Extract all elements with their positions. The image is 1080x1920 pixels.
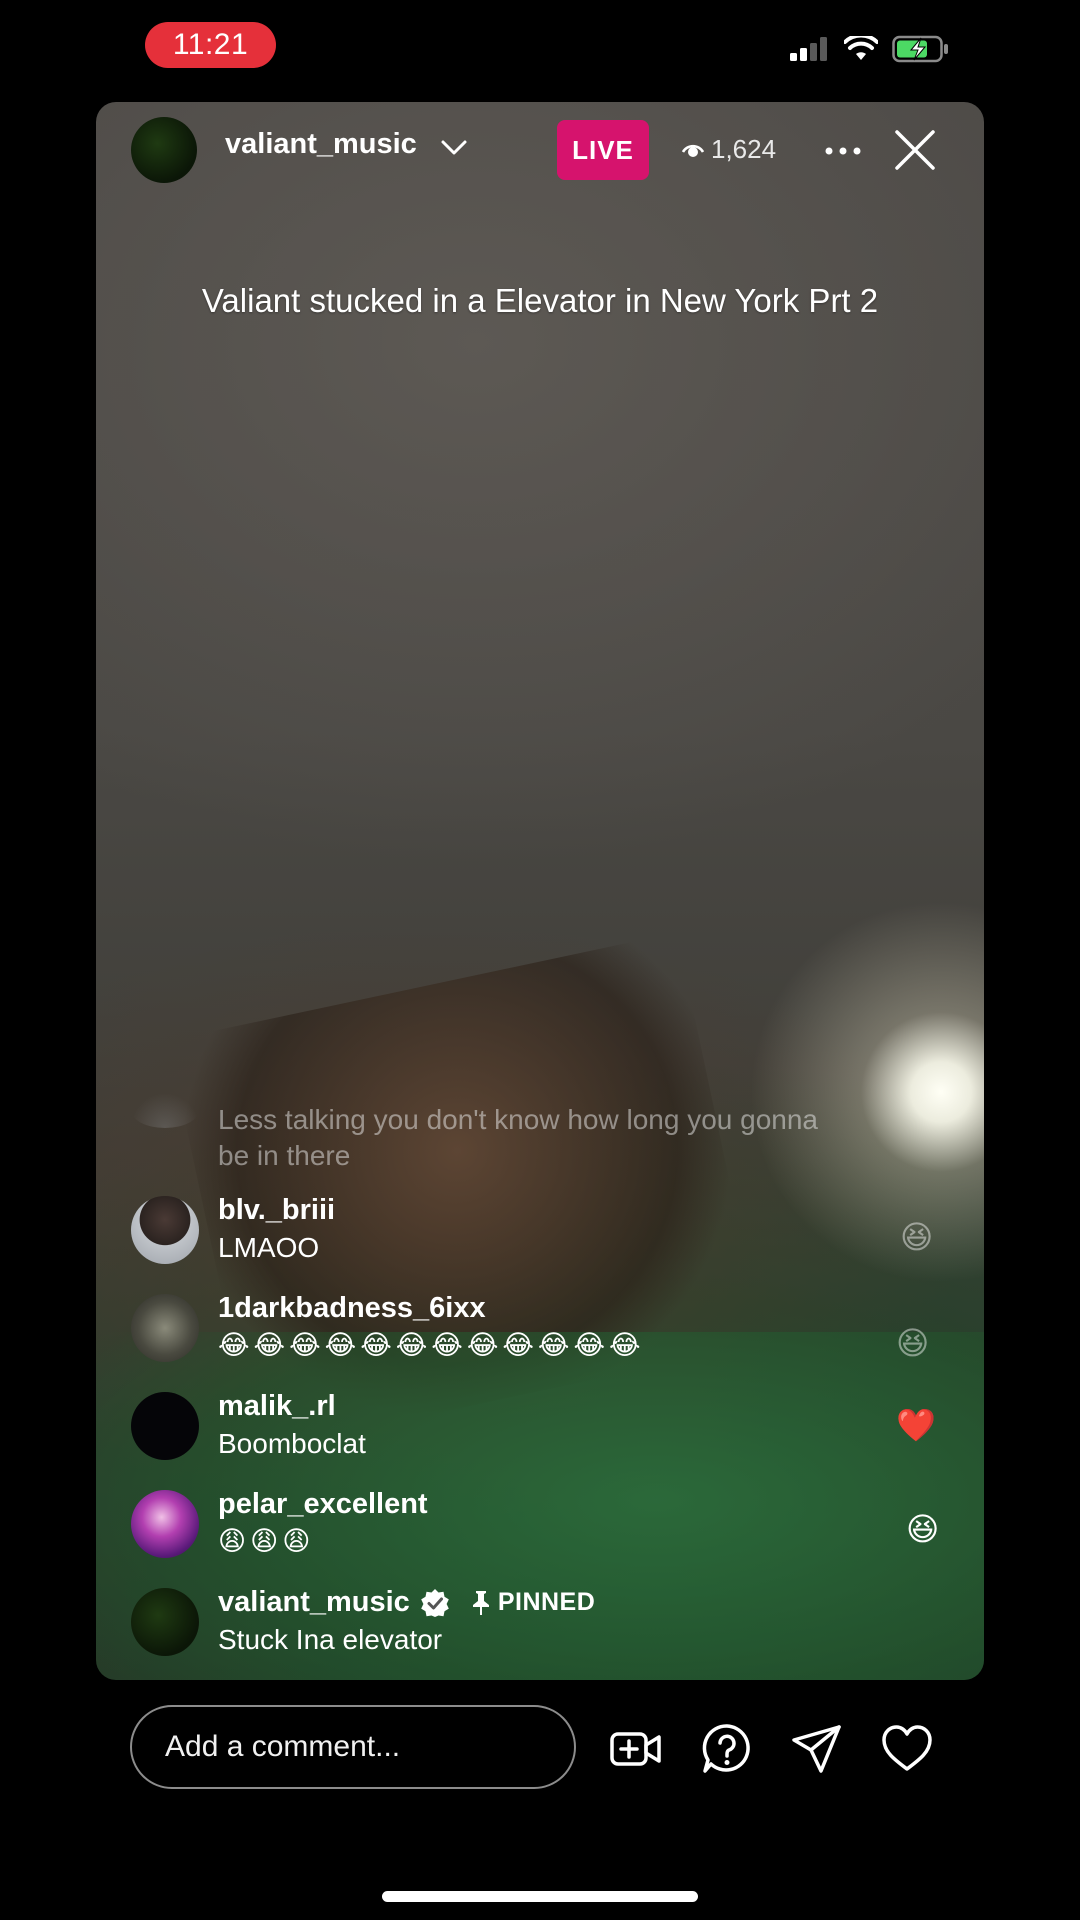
commenter-avatar[interactable]	[131, 1588, 199, 1656]
comment-text: LMAOO	[218, 1232, 320, 1263]
comment-item: 1darkbadness_6ixx 😂😂😂😂😂😂😂😂😂😂😂😂 😆	[96, 1288, 984, 1370]
comment-item: blv._briii LMAOO 😆	[96, 1190, 984, 1272]
home-indicator[interactable]	[382, 1891, 698, 1902]
live-badge: LIVE	[557, 120, 649, 180]
close-icon[interactable]	[893, 128, 937, 172]
live-header: valiant_music LIVE 1,624	[96, 102, 984, 198]
pinned-text: PINNED	[497, 1588, 596, 1616]
comment-username[interactable]: valiant_music	[218, 1586, 410, 1619]
status-icons	[790, 35, 950, 63]
commenter-avatar[interactable]	[131, 1490, 199, 1558]
chevron-down-icon[interactable]	[439, 132, 469, 162]
comment-username[interactable]: 1darkbadness_6ixx	[218, 1292, 486, 1325]
laughing-emoji-icon: 😆	[906, 1511, 940, 1547]
heart-reaction-icon: ❤️	[896, 1407, 936, 1443]
add-video-icon[interactable]	[610, 1723, 662, 1775]
comment-username[interactable]: malik_.rl	[218, 1390, 336, 1423]
comments-feed[interactable]: Less talking you don't know how long you…	[96, 1090, 984, 1680]
commenter-avatar[interactable]	[131, 1392, 199, 1460]
pin-icon	[472, 1590, 489, 1615]
stream-title: Valiant stucked in a Elevator in New Yor…	[201, 282, 879, 319]
eye-icon	[681, 144, 705, 157]
viewer-count-value: 1,624	[711, 134, 777, 164]
signal-icon	[790, 37, 827, 61]
comment-text: Less talking you don't know how long you…	[218, 1104, 818, 1171]
comment-item-pinned: valiant_music PINNED Stuck Ina elevator	[96, 1582, 984, 1664]
comment-item: pelar_excellent 😩😩😩 😆	[96, 1484, 984, 1566]
comment-text: Stuck Ina elevator	[218, 1624, 443, 1655]
verified-badge-icon	[421, 1588, 449, 1617]
share-icon[interactable]	[791, 1723, 843, 1775]
comment-text: 😂😂😂😂😂😂😂😂😂😂😂😂	[218, 1330, 645, 1360]
commenter-avatar	[131, 1092, 199, 1128]
comment-username-row: valiant_music PINNED	[218, 1586, 595, 1619]
comment-username[interactable]: pelar_excellent	[218, 1488, 428, 1521]
comment-username[interactable]: blv._briii	[218, 1194, 335, 1227]
commenter-avatar[interactable]	[131, 1196, 199, 1264]
battery-charging-icon	[892, 35, 948, 63]
more-icon[interactable]	[824, 134, 862, 168]
comment-text: 😩😩😩	[218, 1526, 315, 1556]
comment-item: Less talking you don't know how long you…	[96, 1092, 984, 1184]
laughing-emoji-icon: 😆	[900, 1219, 934, 1255]
viewer-count[interactable]: 1,624	[681, 134, 776, 165]
pinned-label: PINNED	[470, 1588, 595, 1617]
comment-input[interactable]	[130, 1705, 576, 1789]
commenter-avatar[interactable]	[131, 1294, 199, 1362]
heart-icon[interactable]	[881, 1723, 933, 1775]
host-username[interactable]: valiant_music	[225, 128, 417, 161]
wifi-icon	[844, 36, 878, 60]
laughing-emoji-icon: 😆	[896, 1325, 930, 1361]
comment-item: malik_.rl Boomboclat ❤️	[96, 1386, 984, 1468]
status-time: 11:21	[145, 22, 276, 68]
question-icon[interactable]	[701, 1723, 753, 1775]
comment-text: Boomboclat	[218, 1428, 366, 1459]
host-avatar[interactable]	[131, 117, 197, 183]
